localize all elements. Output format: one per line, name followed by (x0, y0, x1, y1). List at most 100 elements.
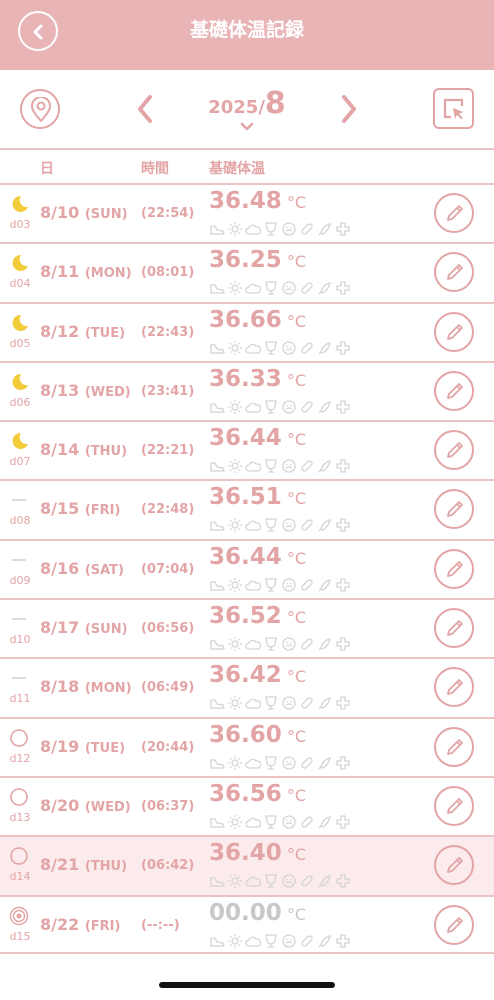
edit-button[interactable] (434, 252, 474, 293)
column-header-day: 日 (40, 161, 54, 177)
rocket-icon (317, 577, 335, 593)
date-value: 8/13 (40, 380, 80, 400)
pill-icon (299, 873, 317, 889)
symptom-icons (209, 577, 353, 593)
temperature-value: 00.00 °C (209, 900, 306, 926)
edit-button[interactable] (434, 489, 474, 530)
list-item[interactable]: d10 8/17 (SUN) (06:56) 36.52 °C (0, 598, 494, 657)
rocket-icon (317, 340, 335, 356)
temperature-unit: °C (286, 548, 307, 568)
date-value: 8/19 (40, 736, 80, 756)
weekday-label: (SUN) (84, 207, 128, 222)
wine-glass-icon (263, 517, 281, 533)
location-button[interactable] (20, 89, 60, 129)
date-value: 8/17 (40, 618, 80, 638)
location-pin-icon (30, 97, 52, 123)
sun-icon (227, 873, 245, 889)
edit-button[interactable] (434, 845, 474, 886)
cloud-icon (245, 933, 263, 949)
edit-button[interactable] (434, 193, 474, 233)
cross-icon (335, 340, 353, 356)
list-item[interactable]: d15 8/22 (FRI) (--:--) 00.00 °C (0, 894, 494, 954)
temperature-number: 36.42 (209, 662, 282, 689)
dash-icon (9, 490, 29, 510)
edit-button[interactable] (434, 311, 474, 352)
date-label: 8/20 (WED) (40, 796, 131, 815)
chevron-right-icon (342, 95, 356, 123)
dash-icon (9, 550, 29, 570)
temperature-number: 36.66 (209, 306, 282, 333)
list-item[interactable]: d08 8/15 (FRI) (22:48) 36.51 °C (0, 479, 494, 538)
cycle-day-label: d08 (9, 514, 31, 528)
wine-glass-icon (263, 755, 281, 771)
symptom-icons (209, 933, 353, 949)
sneaker-icon (209, 221, 227, 237)
edit-button[interactable] (434, 548, 474, 589)
cloud-icon (245, 340, 263, 356)
time-label: (06:42) (141, 858, 195, 874)
pill-icon (299, 814, 317, 830)
face-icon (281, 873, 299, 889)
face-icon (281, 458, 299, 474)
circle-icon (9, 846, 29, 866)
temperature-unit: °C (286, 904, 307, 924)
cloud-icon (245, 517, 263, 533)
weekday-label: (FRI) (84, 503, 121, 519)
temperature-unit: °C (286, 608, 307, 628)
cycle-day-label: d11 (9, 692, 31, 706)
list-item[interactable]: d09 8/16 (SAT) (07:04) 36.44 °C (0, 538, 494, 598)
moon-icon (9, 253, 29, 273)
list-item[interactable]: d07 8/14 (THU) (22:21) 36.44 °C (0, 420, 494, 479)
edit-button[interactable] (434, 667, 474, 708)
chevron-down-icon[interactable] (240, 122, 254, 131)
temperature-value: 36.52 °C (209, 603, 306, 629)
temperature-number: 36.40 (209, 840, 282, 867)
month-selector[interactable]: 2025/8 (176, 86, 318, 126)
list-item[interactable]: d06 8/13 (WED) (23:41) 36.33 °C (0, 360, 494, 420)
cloud-icon (245, 399, 263, 415)
sneaker-icon (209, 814, 227, 830)
time-label: (06:37) (141, 798, 195, 814)
date-label: 8/22 (FRI) (40, 915, 120, 934)
prev-month-button[interactable] (134, 94, 156, 124)
date-label: 8/12 (TUE) (40, 322, 125, 341)
edit-button[interactable] (434, 726, 474, 767)
sneaker-icon (209, 458, 227, 474)
symptom-icons (209, 873, 353, 889)
list-item[interactable]: d14 8/21 (THU) (06:42) 36.40 °C (0, 835, 494, 895)
cross-icon (335, 458, 353, 474)
list-item[interactable]: d05 8/12 (TUE) (22:43) 36.66 °C (0, 301, 494, 361)
next-month-button[interactable] (338, 94, 360, 124)
pencil-icon (447, 620, 463, 636)
sun-icon (227, 458, 245, 474)
home-indicator (159, 982, 335, 988)
edit-button[interactable] (434, 904, 474, 945)
cloud-icon (245, 458, 263, 474)
symptom-icons (209, 517, 353, 533)
temperature-number: 36.44 (209, 543, 282, 570)
list-item[interactable]: d03 8/10 (SUN) (22:54) 36.48 °C (0, 183, 494, 242)
pill-icon (299, 399, 317, 415)
symptom-icons (209, 636, 353, 652)
list-item[interactable]: d13 8/20 (WED) (06:37) 36.56 °C (0, 775, 494, 835)
date-value: 8/18 (40, 677, 80, 697)
edit-button[interactable] (434, 785, 474, 826)
list-item[interactable]: d11 8/18 (MON) (06:49) 36.42 °C (0, 657, 494, 716)
sneaker-icon (209, 340, 227, 356)
rocket-icon (317, 755, 335, 771)
weekday-label: (WED) (84, 384, 131, 400)
edit-button[interactable] (434, 608, 474, 649)
pencil-icon (447, 382, 463, 399)
list-item[interactable]: d12 8/19 (TUE) (20:44) 36.60 °C (0, 716, 494, 776)
edit-button[interactable] (434, 430, 474, 471)
date-label: 8/13 (WED) (40, 381, 131, 400)
edit-button[interactable] (434, 370, 474, 411)
date-value: 8/14 (40, 440, 80, 460)
sun-icon (227, 814, 245, 830)
list-item[interactable]: d04 8/11 (MON) (08:01) 36.25 °C (0, 242, 494, 301)
wine-glass-icon (263, 873, 281, 889)
pencil-icon (447, 323, 463, 340)
export-button[interactable] (433, 88, 474, 129)
wine-glass-icon (263, 636, 281, 652)
temperature-unit: °C (286, 252, 307, 272)
